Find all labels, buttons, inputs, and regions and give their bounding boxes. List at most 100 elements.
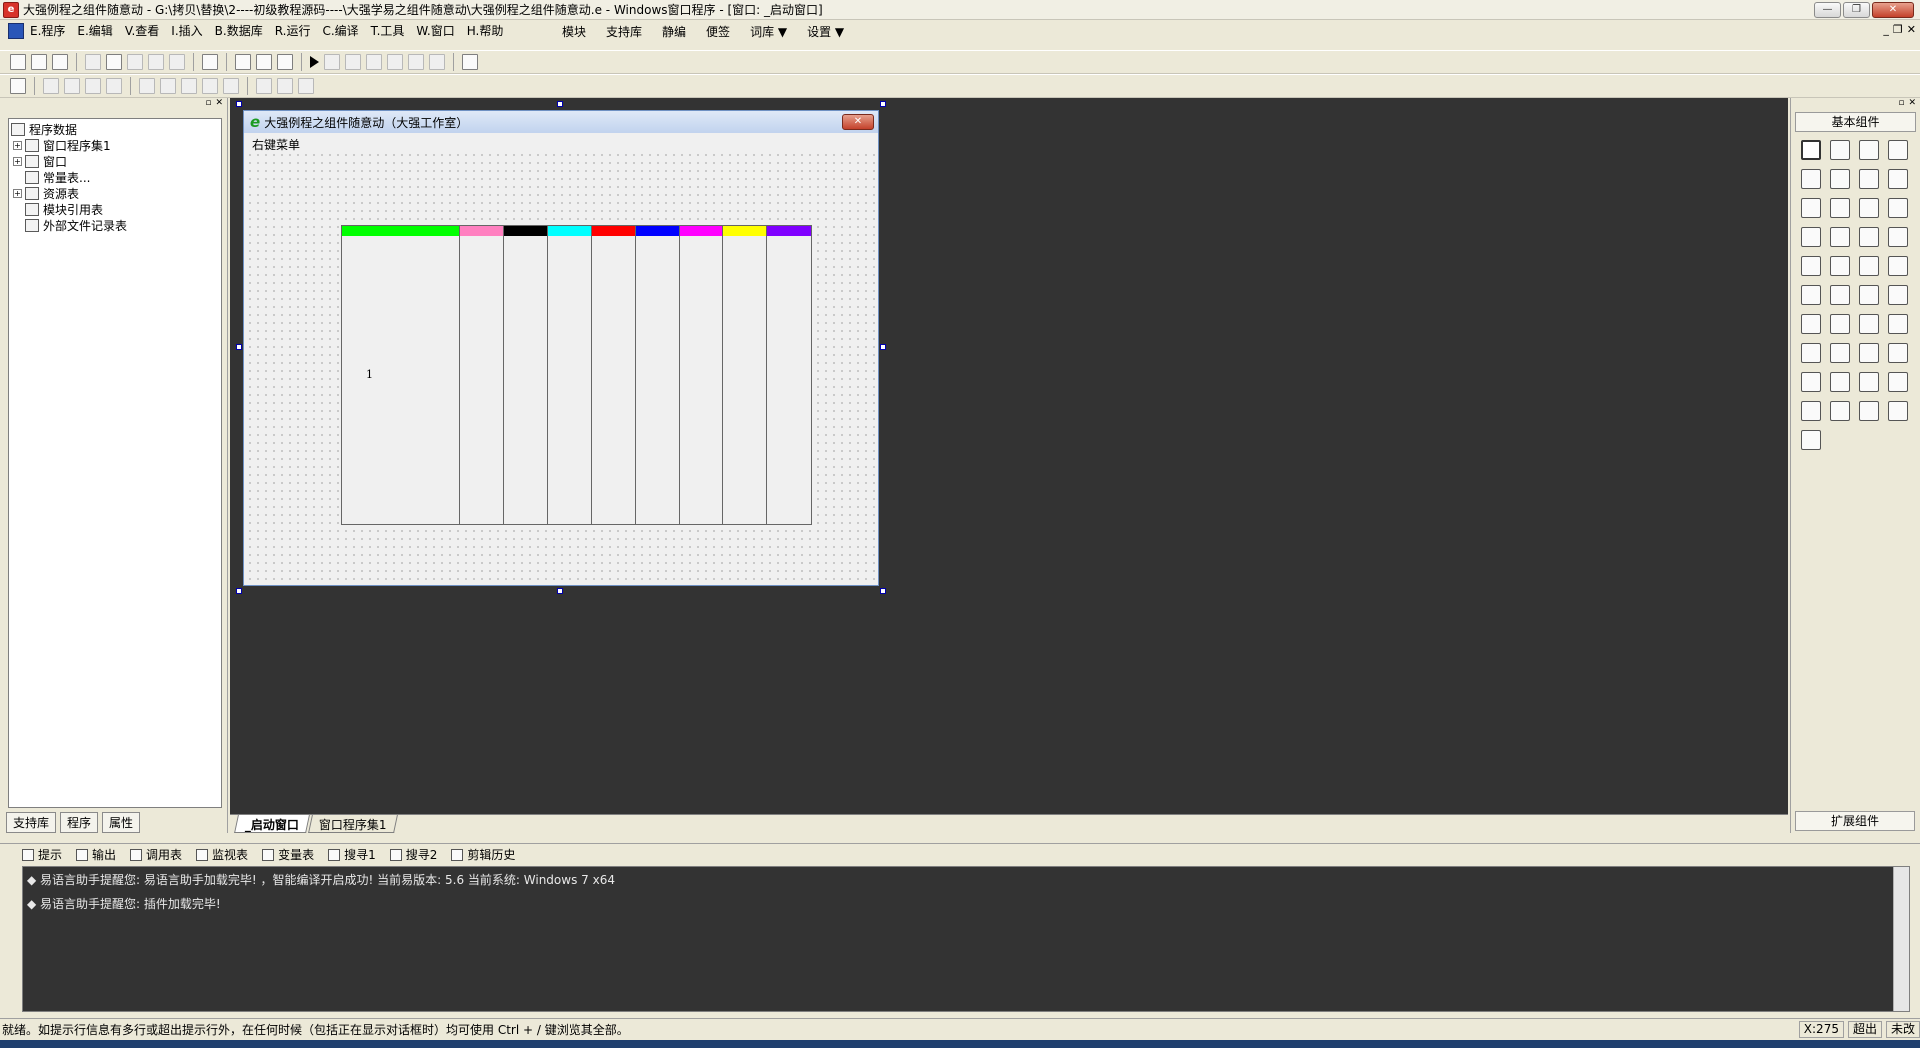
new-file-icon[interactable] (10, 54, 26, 70)
hand-icon[interactable] (429, 54, 445, 70)
printer-icon[interactable] (1830, 343, 1850, 363)
network-icon[interactable] (1888, 343, 1908, 363)
find-icon[interactable] (202, 54, 218, 70)
panel-restore-icon[interactable]: ▫ (205, 98, 211, 112)
hscroll-icon[interactable] (1830, 227, 1850, 247)
tab-variables[interactable]: 变量表 (262, 846, 314, 863)
minimize-button[interactable]: — (1814, 2, 1841, 18)
table-icon[interactable] (1888, 372, 1908, 392)
menu-run[interactable]: R.运行 (275, 22, 311, 39)
tab-window-assembly[interactable]: 窗口程序集1 (308, 815, 398, 833)
resize-handle[interactable] (880, 588, 886, 594)
tree-node-module-refs[interactable]: 模块引用表 (11, 201, 219, 217)
center-horizontal-icon[interactable] (139, 78, 155, 94)
expand-icon[interactable]: + (13, 156, 22, 166)
progress-icon[interactable] (1888, 227, 1908, 247)
undo-icon[interactable] (169, 54, 185, 70)
tab-properties[interactable]: 属性 (102, 812, 141, 833)
tab-clipboard-history[interactable]: 剪辑历史 (451, 846, 515, 863)
resize-handle[interactable] (557, 588, 563, 594)
resize-handle[interactable] (880, 101, 886, 107)
pointer-icon[interactable] (1801, 140, 1821, 160)
tab-watch[interactable]: 监视表 (196, 846, 248, 863)
tab-call-stack[interactable]: 调用表 (130, 846, 182, 863)
tree-node-window-assembly[interactable]: + 窗口程序集1 (11, 137, 219, 153)
mdi-close-button[interactable]: ✕ (1907, 23, 1916, 36)
column-8[interactable] (723, 226, 768, 524)
tab-search-2[interactable]: 搜寻2 (389, 846, 437, 863)
checkbox-icon[interactable] (1801, 198, 1821, 218)
column-5[interactable] (591, 226, 636, 524)
column-2[interactable] (460, 226, 505, 524)
radio-icon[interactable] (1830, 198, 1850, 218)
data-report-icon[interactable] (1859, 343, 1879, 363)
panel-close-icon[interactable]: ✕ (215, 98, 223, 112)
center-vertical-icon[interactable] (160, 78, 176, 94)
align-bottom-icon[interactable] (106, 78, 122, 94)
distribute-icon[interactable] (223, 78, 239, 94)
layout-2-icon[interactable] (256, 54, 272, 70)
column-bar-widget[interactable]: 1 (341, 225, 812, 525)
menu-help[interactable]: H.帮助 (467, 22, 504, 39)
restore-button[interactable]: ❐ (1843, 2, 1870, 18)
select-list-icon[interactable] (1801, 227, 1821, 247)
column-3[interactable] (504, 226, 549, 524)
spin-icon[interactable] (1859, 314, 1879, 334)
server-icon[interactable] (1801, 372, 1821, 392)
edit-box-icon[interactable] (1801, 169, 1821, 189)
same-height-icon[interactable] (277, 78, 293, 94)
designer-close-button[interactable]: ✕ (842, 114, 874, 130)
odbc-db-icon[interactable] (1801, 430, 1821, 450)
output-scrollbar[interactable] (1893, 867, 1909, 1011)
combo-box-icon[interactable] (1859, 198, 1879, 218)
menu-tools[interactable]: T.工具 (371, 22, 405, 39)
tab-program[interactable]: 程序 (60, 812, 99, 833)
run-to-cursor-icon[interactable] (408, 54, 424, 70)
tab-startup-window[interactable]: _启动窗口 (234, 815, 310, 833)
slider-icon[interactable] (1801, 256, 1821, 276)
common-dialog-icon[interactable] (1888, 314, 1908, 334)
menu-view[interactable]: V.查看 (125, 22, 159, 39)
menu-settings[interactable]: 设置 ▼ (807, 23, 844, 40)
chart-icon[interactable] (1859, 401, 1879, 421)
same-size-icon[interactable] (298, 78, 314, 94)
basic-components-title[interactable]: 基本组件 (1795, 112, 1916, 132)
layout-3-icon[interactable] (277, 54, 293, 70)
panel-close-icon[interactable]: ✕ (1908, 98, 1916, 110)
column-9[interactable] (767, 226, 811, 524)
menu-database[interactable]: B.数据库 (215, 22, 263, 39)
space-vertical-icon[interactable] (202, 78, 218, 94)
column-4[interactable] (548, 226, 592, 524)
tree-node-root[interactable]: 程序数据 (11, 121, 219, 137)
vscroll-icon[interactable] (1859, 227, 1879, 247)
stop-icon[interactable] (324, 54, 340, 70)
menu-program[interactable]: E.程序 (30, 22, 65, 39)
open-file-icon[interactable] (31, 54, 47, 70)
cut-icon[interactable] (85, 54, 101, 70)
menu-dictionary[interactable]: 词库 ▼ (750, 23, 787, 40)
copy-icon[interactable] (106, 54, 122, 70)
hyperlink-icon[interactable] (1830, 314, 1850, 334)
client-icon[interactable] (1830, 372, 1850, 392)
vslider-icon[interactable] (1859, 256, 1879, 276)
align-right-icon[interactable] (64, 78, 80, 94)
menu-module[interactable]: 模块 (562, 23, 586, 40)
resize-handle[interactable] (236, 101, 242, 107)
grid-icon[interactable] (10, 78, 26, 94)
data-provider-icon[interactable] (1830, 401, 1850, 421)
line-icon[interactable] (1888, 169, 1908, 189)
timer-icon[interactable] (1801, 343, 1821, 363)
menu-edit[interactable]: E.编辑 (77, 22, 112, 39)
paste-icon[interactable] (127, 54, 143, 70)
menu-static-compile[interactable]: 静编 (662, 23, 686, 40)
mdi-minimize-button[interactable]: _ (1883, 23, 1889, 36)
resize-handle[interactable] (880, 344, 886, 350)
close-button[interactable]: ✕ (1872, 2, 1914, 18)
column-7[interactable] (679, 226, 724, 524)
step-into-icon[interactable] (345, 54, 361, 70)
picture-icon[interactable] (1859, 140, 1879, 160)
resize-handle[interactable] (236, 588, 242, 594)
run-icon[interactable] (310, 56, 319, 68)
align-left-icon[interactable] (43, 78, 59, 94)
step-over-icon[interactable] (366, 54, 382, 70)
